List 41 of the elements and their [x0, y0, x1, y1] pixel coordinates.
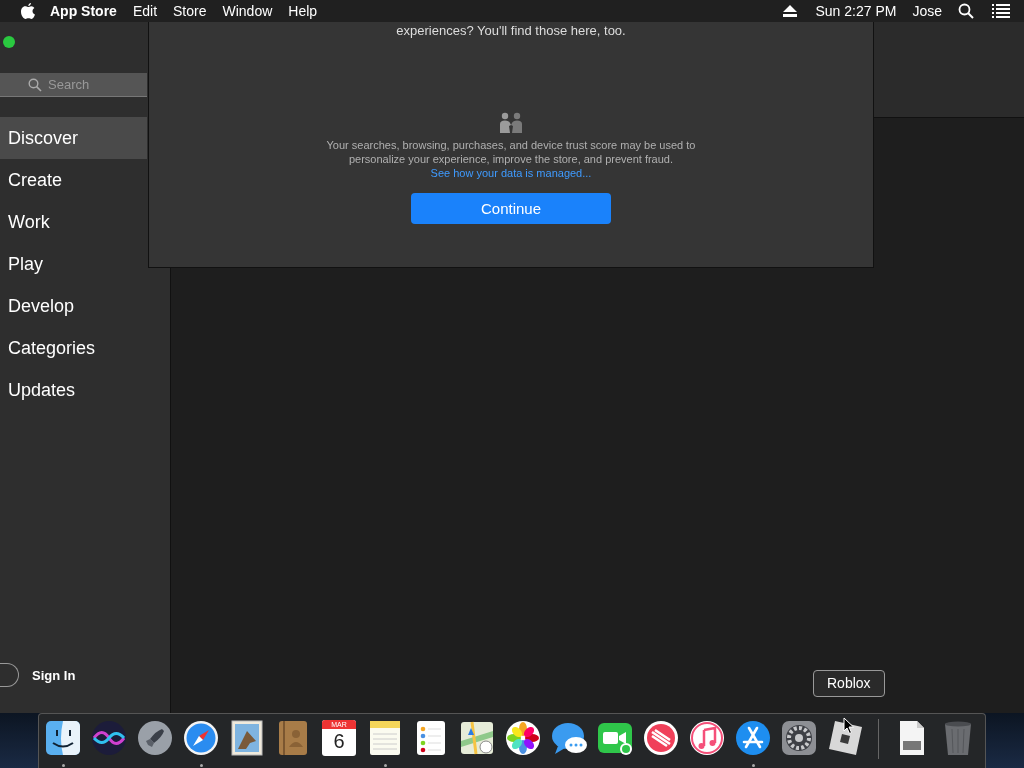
search-field[interactable]: Search — [0, 73, 147, 97]
stamp-icon[interactable] — [228, 719, 266, 757]
sidebar-item[interactable]: Develop — [0, 285, 147, 327]
app-menu[interactable]: App Store — [50, 3, 117, 19]
zoom-window-button[interactable] — [3, 36, 15, 48]
sidebar-item[interactable]: Create — [0, 159, 147, 201]
dock-divider — [878, 719, 879, 759]
menu-item[interactable]: Store — [173, 3, 207, 19]
menu-item[interactable]: Help — [288, 3, 318, 19]
eject-icon[interactable] — [783, 5, 798, 17]
sign-in-link[interactable]: Sign In — [32, 667, 76, 683]
menu-item[interactable]: Edit — [132, 3, 157, 19]
tooltip: Roblox — [813, 670, 885, 697]
sidebar-item[interactable]: Discover — [0, 117, 147, 159]
people-icon — [498, 112, 524, 134]
list-icon[interactable] — [992, 4, 1010, 18]
cursor-icon — [843, 717, 855, 735]
map-icon[interactable] — [458, 719, 496, 757]
privacy-text: Your searches, browsing, purchases, and device trust score may be used to personalize your experience, improve the store, and prevent fraud. — [325, 138, 697, 166]
privacy-link[interactable]: See how your data is managed... — [430, 166, 592, 180]
sidebar-item[interactable]: Categories — [0, 327, 147, 369]
sidebar-item[interactable]: Work — [0, 201, 147, 243]
music-note-icon[interactable] — [688, 719, 726, 757]
search-icon[interactable] — [958, 3, 974, 19]
orb-icon[interactable] — [90, 719, 128, 757]
rocket-icon[interactable] — [136, 719, 174, 757]
menu-item[interactable]: Window — [222, 3, 273, 19]
apple-icon[interactable] — [20, 2, 36, 20]
flower-icon[interactable] — [504, 719, 542, 757]
compass-icon[interactable] — [182, 719, 220, 757]
calendar-day: 6 — [333, 729, 345, 754]
face-icon[interactable] — [44, 719, 82, 757]
gear-icon[interactable] — [780, 719, 818, 757]
dialog-text: experiences? You'll find those here, too. — [396, 23, 626, 38]
sidebar-item[interactable]: Play — [0, 243, 147, 285]
user-name[interactable]: Jose — [912, 3, 942, 19]
continue-button[interactable]: Continue — [411, 193, 611, 224]
menu-clock[interactable]: Sun 2:27 PM — [815, 3, 897, 19]
news-icon[interactable] — [642, 719, 680, 757]
sidebar-item[interactable]: Updates — [0, 369, 147, 411]
app-store-icon[interactable] — [734, 719, 772, 757]
